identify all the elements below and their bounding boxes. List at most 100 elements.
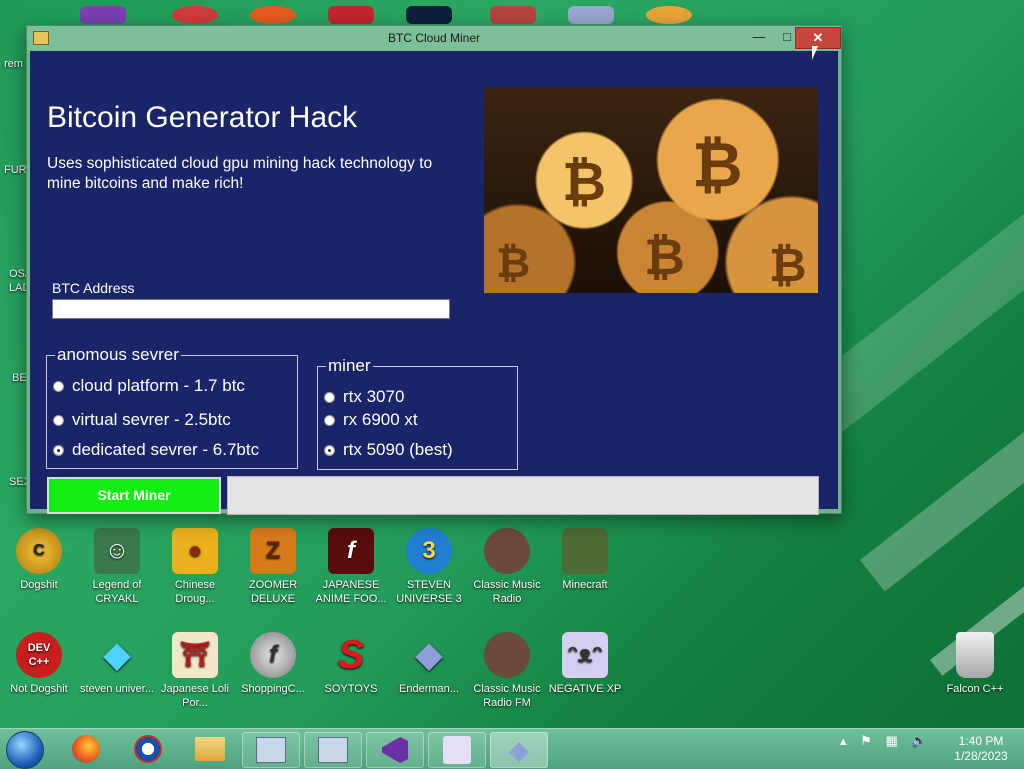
close-button[interactable]: ✕ xyxy=(795,27,841,49)
desktop-icon-classic-music-radio-fm[interactable]: Classic Music Radio FM xyxy=(468,632,546,710)
miner-group: miner rtx 3070 rx 6900 xt rtx 5090 (best… xyxy=(317,356,518,470)
desktop-icon-falcon-cpp[interactable]: Falcon C++ xyxy=(936,632,1014,696)
radio-label: virtual sevrer - 2.5btc xyxy=(72,410,231,429)
desktop-icon-japanese-anime[interactable]: f JAPANESE ANIME FOO... xyxy=(312,528,390,606)
radio-label: dedicated sevrer - 6.7btc xyxy=(72,440,260,459)
radio-label: rtx 5090 (best) xyxy=(343,440,453,459)
clock-time: 1:40 PM xyxy=(958,734,1004,748)
bunny-icon xyxy=(443,736,471,764)
bitcoin-logo-icon: ₿ xyxy=(769,238,807,292)
visual-studio-icon xyxy=(80,6,126,24)
diamond-icon: ◆ xyxy=(103,636,131,674)
page-title: Bitcoin Generator Hack xyxy=(47,101,358,134)
red-s-logo-icon: S xyxy=(337,633,365,677)
bitcoin-coins-image: ₿ ₿ ₿ ₿ ₿ xyxy=(484,88,818,293)
torii-tile-icon: ⛩ xyxy=(172,632,218,678)
mining-progress-bar xyxy=(227,476,819,515)
crystal-icon: ◆ xyxy=(415,636,443,674)
miner-option-rx6900xt[interactable]: rx 6900 xt xyxy=(324,410,418,430)
desktop-edge-label[interactable]: rem xyxy=(4,58,23,70)
start-miner-button[interactable]: Start Miner xyxy=(47,477,221,514)
server-option-virtual[interactable]: virtual sevrer - 2.5btc xyxy=(53,410,231,430)
taskbar: ◆ ▴ ⚑ ▦ 🔈 1:40 PM 1/28/2023 xyxy=(0,728,1024,769)
desktop-icon-label: Falcon C++ xyxy=(946,683,1004,695)
desktop-icon-dogshit[interactable]: C Dogshit xyxy=(0,528,78,592)
radio-label: cloud platform - 1.7 btc xyxy=(72,376,245,395)
btc-address-label: BTC Address xyxy=(52,280,135,296)
folder-icon xyxy=(195,737,225,761)
bitcoin-logo-icon: ₿ xyxy=(562,150,607,213)
app-icon xyxy=(172,6,218,24)
desktop-icon-label: steven univer... xyxy=(80,683,154,695)
desktop-icon-label: Japanese Loli Por... xyxy=(161,683,229,709)
mouse-cursor xyxy=(812,46,818,60)
portrait-icon xyxy=(484,528,530,574)
app-icon xyxy=(406,6,452,24)
taskbar-btc-miner[interactable]: ◆ xyxy=(490,732,548,768)
miner-option-rtx5090[interactable]: rtx 5090 (best) xyxy=(324,440,453,460)
desktop-icon-steven-universe[interactable]: ◆ steven univer... xyxy=(78,632,156,696)
network-icon[interactable]: ▦ xyxy=(885,733,897,748)
desktop-edge-label[interactable]: FUR xyxy=(4,164,27,176)
desktop-icon-chinese-drougs[interactable]: ● Chinese Droug... xyxy=(156,528,234,606)
btc-cloud-miner-window[interactable]: BTC Cloud Miner — □ ✕ Bitcoin Generator … xyxy=(26,25,842,515)
taskbar-window-1[interactable] xyxy=(242,732,300,768)
grass-block-icon xyxy=(562,528,608,574)
desktop-icon-not-dogshit[interactable]: DEV C++ Not Dogshit xyxy=(0,632,78,696)
clock-date: 1/28/2023 xyxy=(954,749,1008,763)
btc-address-input[interactable] xyxy=(52,299,450,319)
gem-badge-icon: 3 xyxy=(406,528,452,574)
miner-option-rtx3070[interactable]: rtx 3070 xyxy=(324,387,404,407)
window-client-area: Bitcoin Generator Hack Uses sophisticate… xyxy=(30,51,838,515)
app-description: Uses sophisticated cloud gpu mining hack… xyxy=(47,155,433,192)
desktop-icon-steven-universe-3[interactable]: 3 STEVEN UNIVERSE 3 xyxy=(390,528,468,606)
app-icon xyxy=(328,6,374,24)
taskbar-app[interactable] xyxy=(120,732,176,766)
desktop-icon-label: Classic Music Radio FM xyxy=(473,683,541,709)
tray-expand-icon[interactable]: ▴ xyxy=(840,733,847,748)
pixel-character-icon: ☺ xyxy=(94,528,140,574)
minimize-button[interactable]: — xyxy=(745,27,773,47)
taskbar-explorer[interactable] xyxy=(182,732,238,766)
desktop-icon-soytoys[interactable]: S SOYTOYS xyxy=(312,632,390,696)
radio-selected-icon xyxy=(53,444,64,456)
devcpp-icon: DEV C++ xyxy=(16,632,62,678)
flash-player-icon: f xyxy=(250,632,296,678)
taskbar-firefox[interactable] xyxy=(58,732,114,766)
taskbar-visual-studio[interactable] xyxy=(366,732,424,768)
radio-icon xyxy=(324,391,335,403)
volume-icon[interactable]: 🔈 xyxy=(911,733,927,748)
server-option-cloud[interactable]: cloud platform - 1.7 btc xyxy=(53,376,245,396)
desktop-icon-zoomer-deluxe[interactable]: Z ZOOMER DELUXE xyxy=(234,528,312,606)
bitcoin-logo-icon: ₿ xyxy=(692,128,743,201)
desktop-icon-enderman[interactable]: ◆ Enderman... xyxy=(390,632,468,696)
cpp-ide-icon: C xyxy=(16,528,62,574)
radio-label: rtx 3070 xyxy=(343,387,405,406)
desktop-icon-shoppingc[interactable]: f ShoppingC... xyxy=(234,632,312,696)
crystal-icon: ◆ xyxy=(509,734,529,765)
desktop-icon-label: STEVEN UNIVERSE 3 xyxy=(396,579,462,605)
window-title: BTC Cloud Miner xyxy=(387,31,481,45)
desktop-icon-minecraft[interactable]: Minecraft xyxy=(546,528,624,592)
desktop-icon-classic-music-radio[interactable]: Classic Music Radio xyxy=(468,528,546,606)
firefox-icon xyxy=(72,735,100,763)
desktop-icon-label: Chinese Droug... xyxy=(174,579,216,605)
taskbar-clock[interactable]: 1:40 PM 1/28/2023 xyxy=(948,734,1014,764)
taskbar-window-2[interactable] xyxy=(304,732,362,768)
visual-studio-icon xyxy=(382,737,408,763)
window-titlebar[interactable]: BTC Cloud Miner — □ ✕ xyxy=(27,26,841,50)
start-button[interactable] xyxy=(6,731,44,769)
radio-icon xyxy=(324,414,335,426)
radio-icon xyxy=(53,414,64,426)
server-option-dedicated[interactable]: dedicated sevrer - 6.7btc xyxy=(53,440,259,460)
desktop-icon-legend-of-cryakl[interactable]: ☺ Legend of CRYAKL xyxy=(78,528,156,606)
flag-icon[interactable]: ⚑ xyxy=(860,733,872,748)
desktop-icon-label: Legend of CRYAKL xyxy=(92,579,142,605)
desktop-icon-japanese-loli[interactable]: ⛩ Japanese Loli Por... xyxy=(156,632,234,710)
desktop-edge-label[interactable]: BE xyxy=(12,372,27,384)
flash-icon: f xyxy=(328,528,374,574)
radio-label: rx 6900 xt xyxy=(343,410,418,429)
desktop-icon-label: NEGATIVE XP xyxy=(548,683,622,695)
desktop-icon-negative-xp[interactable]: ᵔᴥᵔ NEGATIVE XP xyxy=(546,632,624,696)
taskbar-negative-xp[interactable] xyxy=(428,732,486,768)
